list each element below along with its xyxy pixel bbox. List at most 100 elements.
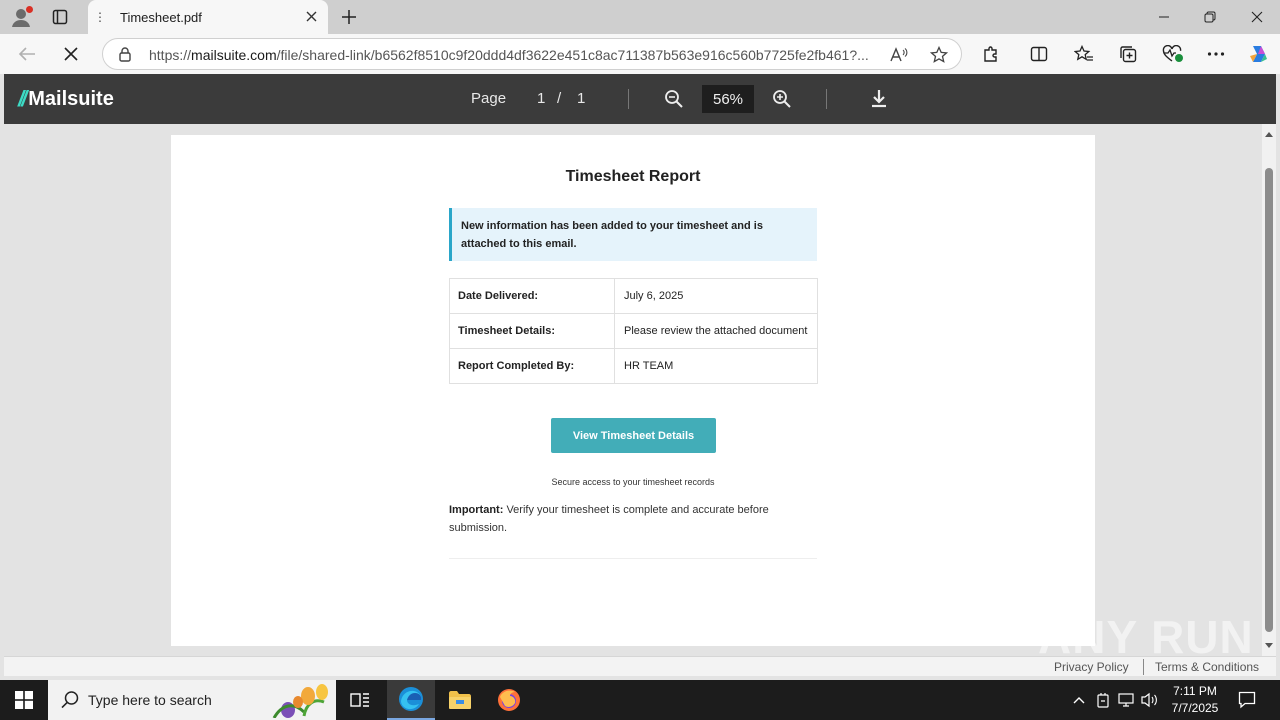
scroll-down-arrow-icon[interactable] xyxy=(1265,643,1273,648)
clock-time: 7:11 PM xyxy=(1173,684,1217,698)
zoom-in-button[interactable] xyxy=(770,87,794,111)
extensions-button[interactable] xyxy=(979,42,1003,66)
important-note: Important: Verify your timesheet is comp… xyxy=(449,501,789,537)
zoom-level[interactable]: 56% xyxy=(702,85,754,113)
favorites-icon xyxy=(1074,45,1093,61)
firefox-icon xyxy=(498,689,520,711)
row-label: Timesheet Details: xyxy=(449,313,615,349)
start-button[interactable] xyxy=(0,680,48,720)
read-aloud-icon xyxy=(890,47,908,62)
tray-power[interactable] xyxy=(1094,691,1112,709)
page-label: Page xyxy=(471,90,507,107)
tab-timesheet[interactable]: ⋮ Timesheet.pdf xyxy=(88,0,328,34)
windows-logo-icon xyxy=(15,691,33,709)
address-bar[interactable]: https://mailsuite.com/file/shared-link/b… xyxy=(102,38,962,70)
restore-button[interactable] xyxy=(1198,6,1222,28)
tray-volume[interactable] xyxy=(1141,691,1159,709)
scrollbar-thumb[interactable] xyxy=(1265,168,1273,632)
read-aloud-button[interactable] xyxy=(889,45,909,65)
minimize-button[interactable] xyxy=(1152,6,1176,28)
plus-icon xyxy=(342,10,356,24)
task-view-icon xyxy=(350,693,369,707)
view-timesheet-details-button[interactable]: View Timesheet Details xyxy=(551,418,716,453)
logo-text: Mailsuite xyxy=(28,87,114,110)
url-path: /file/shared-link/b6562f8510c9f20ddd4df3… xyxy=(276,47,869,63)
page-indicator: Page 1 / 1 xyxy=(471,90,597,107)
back-arrow-icon xyxy=(18,47,35,61)
taskbar-file-explorer[interactable] xyxy=(436,680,484,720)
star-icon xyxy=(930,46,948,63)
profile-button[interactable] xyxy=(10,6,34,28)
copilot-icon xyxy=(1250,46,1267,62)
page-current[interactable]: 1 xyxy=(537,90,557,107)
tab-close-button[interactable] xyxy=(302,7,320,25)
tab-actions-button[interactable] xyxy=(48,6,72,28)
browser-toolbar: https://mailsuite.com/file/shared-link/b… xyxy=(0,34,1280,74)
tray-network[interactable] xyxy=(1117,691,1135,709)
collections-icon xyxy=(1120,46,1137,63)
url-scheme: https:// xyxy=(149,47,192,63)
search-icon xyxy=(61,691,79,709)
page-total: 1 xyxy=(577,90,586,107)
more-icon xyxy=(1207,52,1225,56)
copilot-button[interactable] xyxy=(1246,42,1270,66)
window-close-button[interactable] xyxy=(1245,6,1269,28)
new-tab-button[interactable] xyxy=(338,6,360,28)
stop-loading-button[interactable] xyxy=(58,42,84,66)
favorites-button[interactable] xyxy=(1072,42,1096,66)
important-label: Important: xyxy=(449,504,504,516)
taskbar-firefox[interactable] xyxy=(485,680,533,720)
minimize-icon xyxy=(1159,16,1169,18)
row-value: July 6, 2025 xyxy=(614,278,818,314)
stop-loading-icon xyxy=(64,47,78,61)
split-screen-button[interactable] xyxy=(1027,42,1051,66)
windows-taskbar: Type here to search 7:11 PM 7/7/2025 xyxy=(0,680,1280,720)
zoom-out-button[interactable] xyxy=(662,87,686,111)
table-row: Date Delivered: July 6, 2025 xyxy=(449,278,818,314)
taskbar-search-box[interactable]: Type here to search xyxy=(48,680,336,720)
scroll-up-arrow-icon[interactable] xyxy=(1265,132,1273,137)
page-slash: / xyxy=(557,90,562,107)
puzzle-icon xyxy=(984,46,997,62)
tab-actions-icon xyxy=(52,9,68,25)
taskbar-edge[interactable] xyxy=(387,680,435,720)
notification-icon xyxy=(1238,691,1256,709)
download-icon xyxy=(872,90,886,108)
battery-plug-icon xyxy=(1097,693,1109,708)
browser-essentials-button[interactable] xyxy=(1161,42,1185,66)
mailsuite-logo[interactable]: // Mailsuite xyxy=(18,86,114,112)
show-hidden-icons-button[interactable] xyxy=(1070,691,1088,709)
clock-date: 7/7/2025 xyxy=(1171,701,1219,715)
toolbar-divider xyxy=(826,89,827,109)
close-icon xyxy=(306,11,316,21)
site-info-button[interactable] xyxy=(117,46,133,67)
search-placeholder: Type here to search xyxy=(88,692,212,708)
url-text[interactable]: https://mailsuite.com/file/shared-link/b… xyxy=(149,47,889,63)
logo-mark: // xyxy=(18,86,27,111)
heart-pulse-icon xyxy=(1162,45,1183,62)
collections-button[interactable] xyxy=(1116,42,1140,66)
favorite-button[interactable] xyxy=(929,45,949,65)
split-screen-icon xyxy=(1030,46,1048,62)
speaker-icon xyxy=(1141,692,1157,708)
divider xyxy=(449,558,817,559)
vertical-scrollbar[interactable] xyxy=(1262,124,1276,656)
chevron-up-icon xyxy=(1073,697,1085,704)
taskbar-clock[interactable]: 7:11 PM 7/7/2025 xyxy=(1166,683,1224,717)
row-label: Date Delivered: xyxy=(449,278,615,314)
edge-icon xyxy=(399,687,423,711)
restore-icon xyxy=(1204,11,1216,23)
folder-icon xyxy=(449,691,471,709)
table-row: Timesheet Details: Please review the att… xyxy=(449,313,818,349)
notifications-button[interactable] xyxy=(1236,689,1258,711)
zoom-out-icon xyxy=(665,90,683,108)
settings-more-button[interactable] xyxy=(1204,42,1228,66)
search-highlight-flowers-icon xyxy=(272,684,328,718)
document-viewport[interactable]: Timesheet Report New information has bee… xyxy=(4,124,1276,656)
back-button[interactable] xyxy=(14,42,40,66)
row-value: Please review the attached document xyxy=(614,313,818,349)
download-button[interactable] xyxy=(867,87,891,111)
pdf-viewer-toolbar: // Mailsuite Page 1 / 1 56% xyxy=(4,74,1276,124)
task-view-button[interactable] xyxy=(336,680,384,720)
close-icon xyxy=(1251,11,1263,23)
